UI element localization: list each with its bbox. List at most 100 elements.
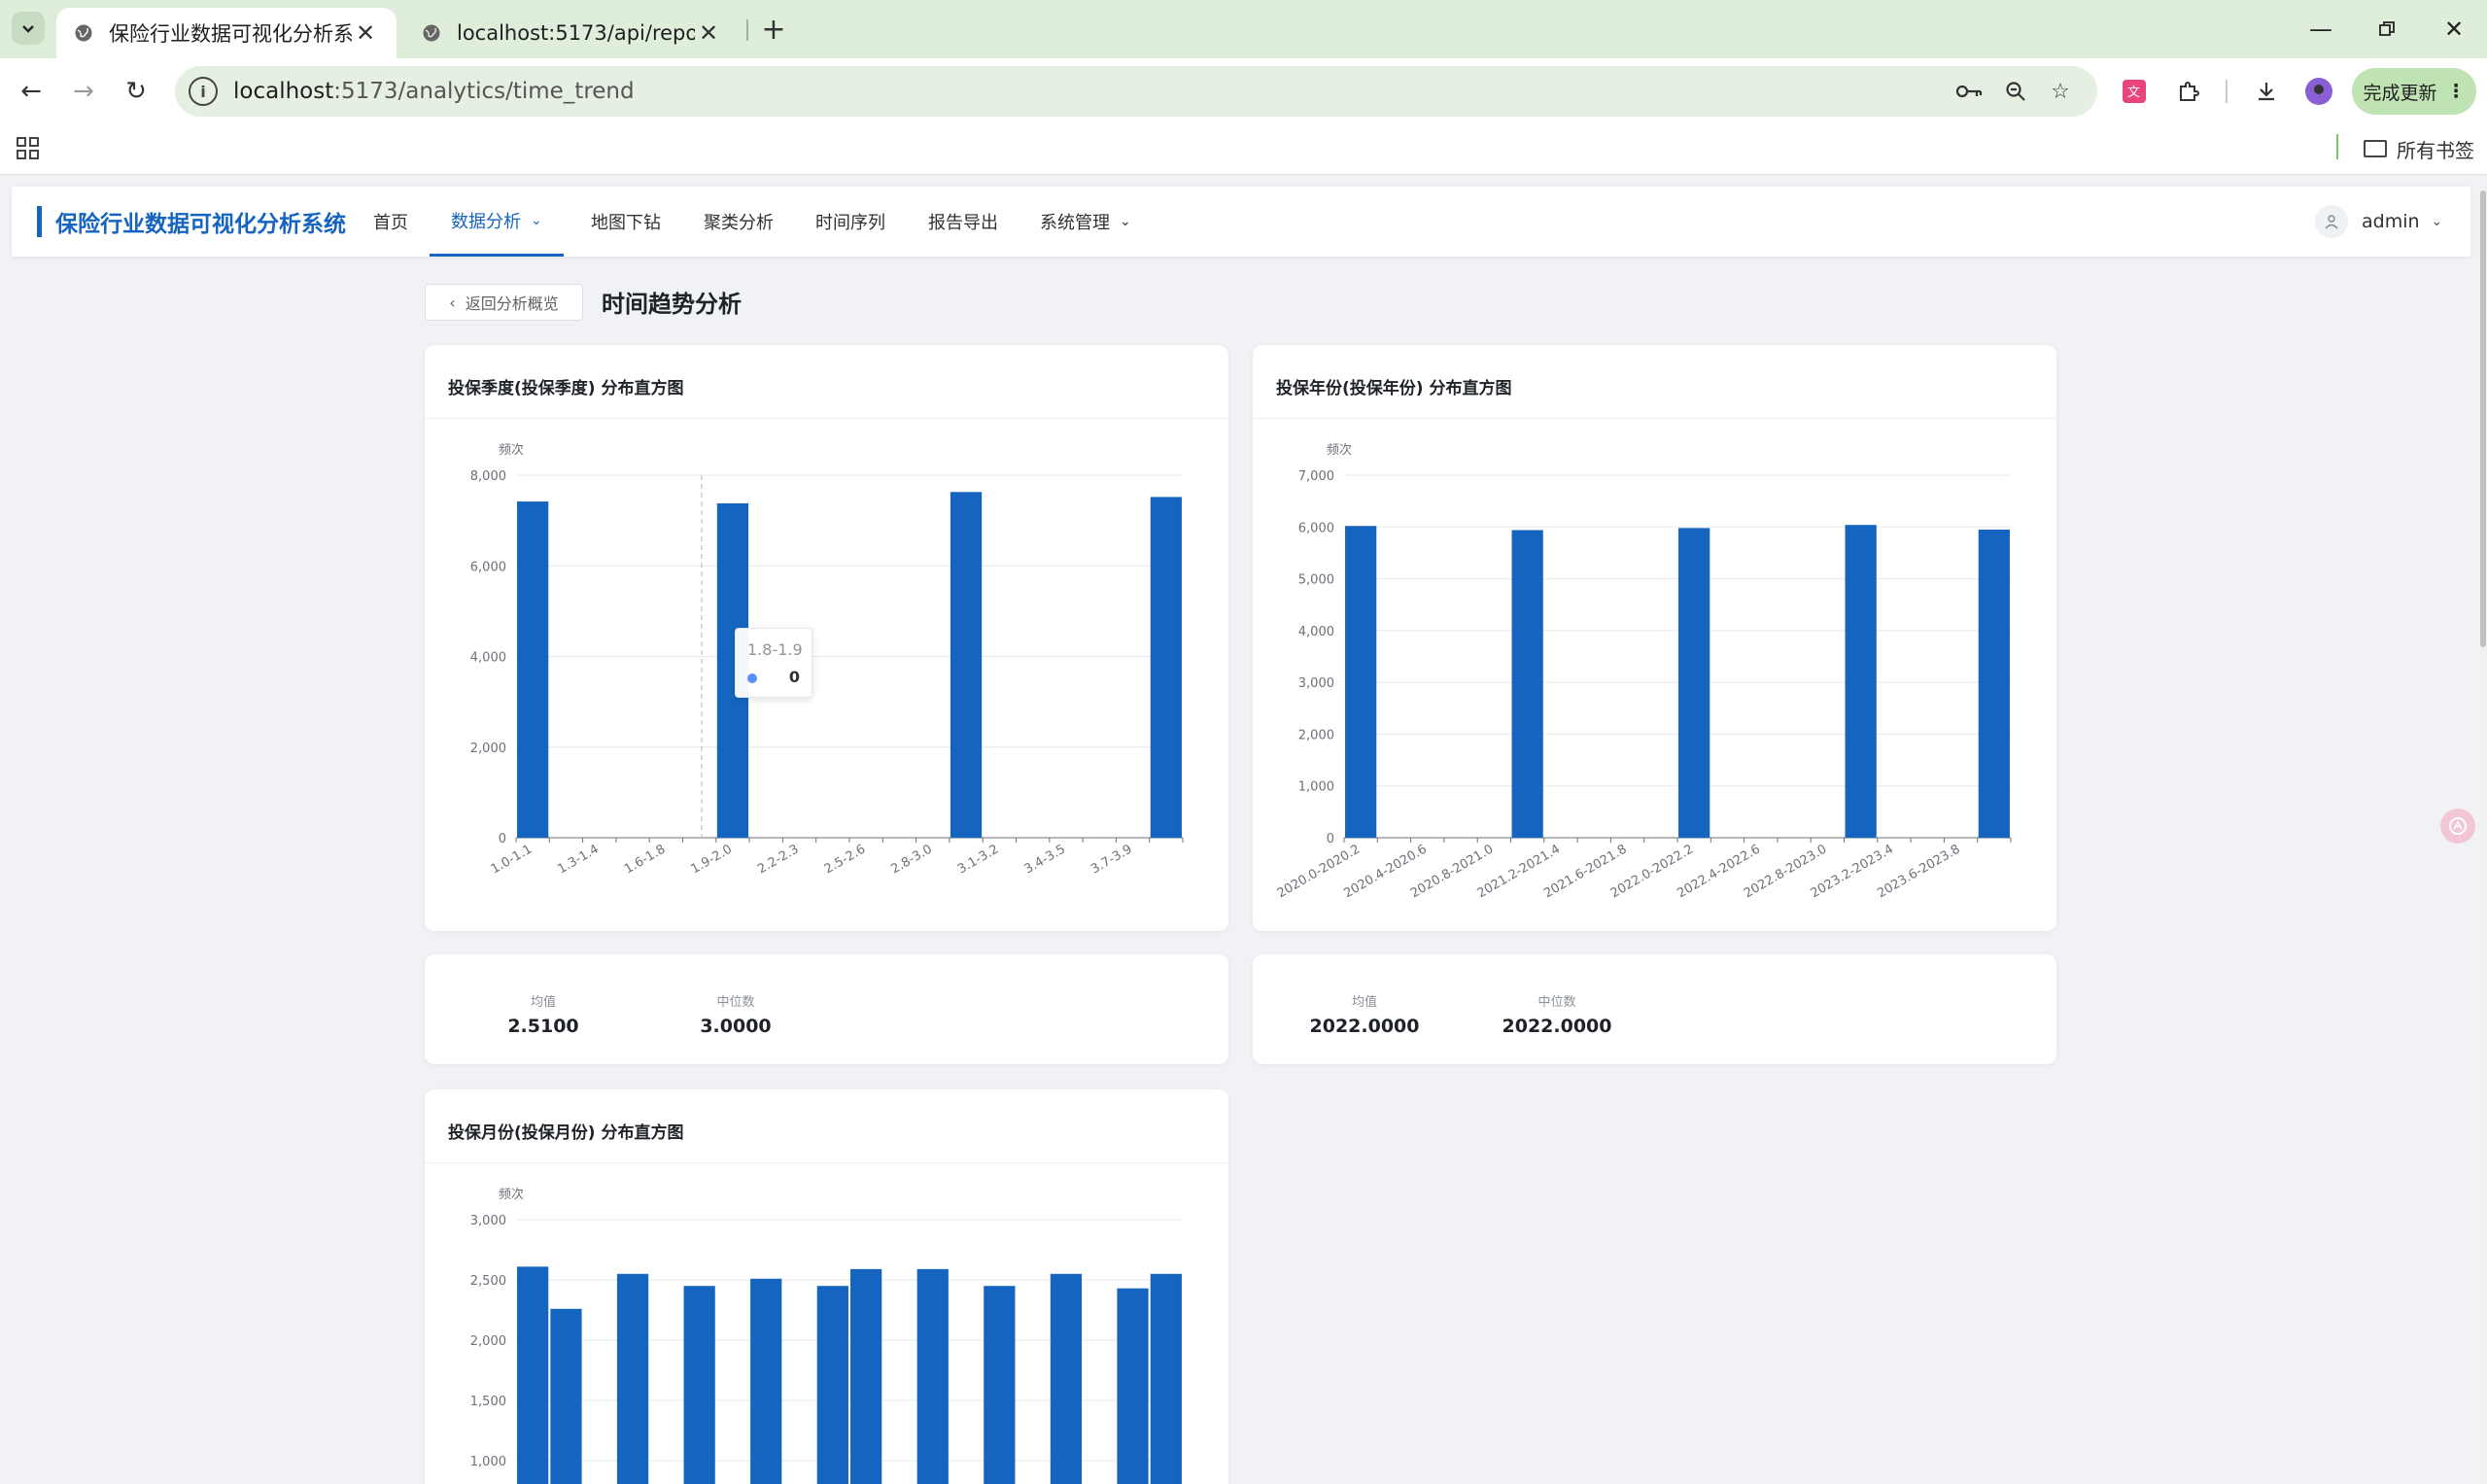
x-tick-label: 3.4-3.5 [1022,842,1068,877]
tooltip-category: 1.8-1.9 [747,640,803,659]
close-icon[interactable]: ✕ [695,19,722,47]
y-tick-label: 2,500 [470,1274,506,1289]
chart-tooltip: 1.8-1.9 0 [735,628,812,698]
tab-title: localhost:5173/api/reports/d [457,21,695,45]
bookmark-star-icon[interactable]: ☆ [2045,76,2076,107]
histogram-bar [1150,1273,1182,1484]
y-tick-label: 3,000 [1298,676,1334,691]
svg-text:文: 文 [2127,86,2140,100]
profile-avatar-icon[interactable] [2301,74,2336,109]
stats-card-quarter: 均值 2.5100 中位数 3.0000 [425,954,1228,1064]
histogram-month[interactable]: 1,000 1,500 2,000 2,500 3,000 频次 [425,1089,1228,1484]
y-tick-label: 7,000 [1298,469,1334,484]
key-icon[interactable] [1953,76,1985,107]
forward-arrow-icon[interactable]: → [62,70,105,113]
histogram-year[interactable]: 01,0002,0003,0004,0005,0006,0007,000频次20… [1253,345,2056,931]
app-brand[interactable]: 保险行业数据可视化分析系统 [37,206,346,237]
all-bookmarks-button[interactable]: 所有书签 [2364,134,2474,163]
menu-data-analysis[interactable]: 数据分析 ⌄ [430,187,564,257]
chart-card-quarter: 投保季度(投保季度) 分布直方图 0 2,000 4,000 6,000 8,000 频次… [425,345,1228,931]
bookmarks-separator [2336,134,2338,159]
x-tick-label: 2.2-2.3 [755,842,801,877]
user-menu[interactable]: admin ⌄ [2315,202,2442,241]
browser-tab-active[interactable]: 保险行业数据可视化分析系统 ✕ [56,8,397,58]
stat-median: 中位数 3.0000 [700,995,772,1037]
y-tick-label: 6,000 [1298,521,1334,535]
globe-icon [75,24,92,42]
histogram-bar [1150,497,1182,838]
back-arrow-icon[interactable]: ← [10,70,52,113]
menu-cluster-analysis[interactable]: 聚类分析 [704,187,774,257]
tab-search-button[interactable] [12,12,45,45]
histogram-bar [1678,528,1710,838]
stat-mean: 均值 2022.0000 [1309,995,1420,1037]
bookmarks-bar: 所有书签 [0,124,2487,175]
back-to-overview-button[interactable]: ‹ 返回分析概览 [425,284,583,321]
translate-extension-icon[interactable]: 文 [2117,74,2152,109]
histogram-bar [1050,1273,1083,1484]
new-tab-button[interactable]: + [758,13,789,47]
menu-map-drilldown[interactable]: 地图下钻 [591,187,661,257]
translate-float-icon[interactable] [2440,809,2475,844]
site-info-icon[interactable]: i [189,77,218,106]
x-tick-label: 3.7-3.9 [1088,842,1134,877]
x-tick-label: 1.6-1.8 [622,842,668,877]
tooltip-marker [747,673,757,683]
histogram-bar [850,1268,882,1484]
x-tick-label: 1.9-2.0 [689,842,735,877]
y-axis-label: 频次 [1327,442,1352,458]
address-bar[interactable]: i localhost:5173/analytics/time_trend ☆ [175,66,2097,117]
page-title: 时间趋势分析 [602,291,742,318]
stat-mean: 均值 2.5100 [507,995,579,1037]
x-tick-label: 1.0-1.1 [489,842,535,877]
reload-icon[interactable]: ↻ [115,70,157,113]
chevron-down-icon: ⌄ [1120,214,1131,229]
histogram-bar [1511,530,1543,838]
y-axis-label: 频次 [499,442,524,458]
histogram-quarter[interactable]: 0 2,000 4,000 6,000 8,000 频次 1.0-1.1 1.3-1.4 1.6… [425,345,1228,931]
menu-system-admin[interactable]: 系统管理 ⌄ [1040,187,1131,257]
y-axis-label: 频次 [499,1187,524,1202]
y-tick-label: 2,000 [1298,728,1334,742]
close-icon[interactable]: ✕ [352,19,379,47]
x-tick-label: 1.3-1.4 [555,842,601,877]
menu-time-series[interactable]: 时间序列 [815,187,885,257]
menu-report-export[interactable]: 报告导出 [928,187,998,257]
scrollbar-thumb[interactable] [2480,190,2486,647]
browser-toolbar: ← → ↻ i localhost:5173/analytics/time_tr… [0,58,2487,124]
y-tick-label: 6,000 [470,560,506,574]
tab-title: 保险行业数据可视化分析系统 [109,22,352,46]
chart-card-month: 投保月份(投保月份) 分布直方图 1,000 1,500 2,000 2,500 3,0… [425,1089,1228,1484]
app-header: 保险行业数据可视化分析系统 首页 数据分析 ⌄ 地图下钻 聚类分析 时间序列 报告… [12,187,2470,257]
y-tick-label: 5,000 [1298,573,1334,588]
download-icon[interactable] [2249,74,2284,109]
histogram-bar [1117,1288,1149,1484]
restore-icon[interactable] [2367,10,2406,49]
toolbar-separator [2226,80,2228,103]
histogram-bar [750,1278,782,1484]
extensions-puzzle-icon[interactable] [2171,74,2206,109]
menu-home[interactable]: 首页 [373,187,408,257]
x-tick-label: 3.1-3.2 [955,842,1001,877]
minimize-icon[interactable]: — [2301,10,2340,49]
y-tick-label: 1,000 [470,1455,506,1469]
tab-separator [746,19,748,41]
browser-tab[interactable]: localhost:5173/api/reports/d ✕ [404,8,740,58]
histogram-bar [683,1286,715,1484]
update-button[interactable]: 完成更新 ⋮ [2352,68,2476,115]
histogram-bar [550,1308,582,1484]
y-tick-label: 3,000 [470,1214,506,1228]
zoom-icon[interactable] [2000,76,2031,107]
stats-card-year: 均值 2022.0000 中位数 2022.0000 [1253,954,2056,1064]
browser-tab-strip: 保险行业数据可视化分析系统 ✕ localhost:5173/api/repor… [0,0,2487,58]
user-avatar-icon [2315,205,2348,238]
address-url[interactable]: localhost:5173/analytics/time_trend [233,79,635,104]
window-close-icon[interactable]: ✕ [2435,10,2473,49]
y-tick-label: 0 [499,832,506,846]
histogram-bar [517,1266,549,1484]
apps-grid-icon[interactable] [16,136,41,161]
globe-icon [423,24,440,42]
histogram-bar [1345,526,1377,838]
y-tick-label: 1,500 [470,1395,506,1409]
histogram-bar [616,1273,649,1484]
